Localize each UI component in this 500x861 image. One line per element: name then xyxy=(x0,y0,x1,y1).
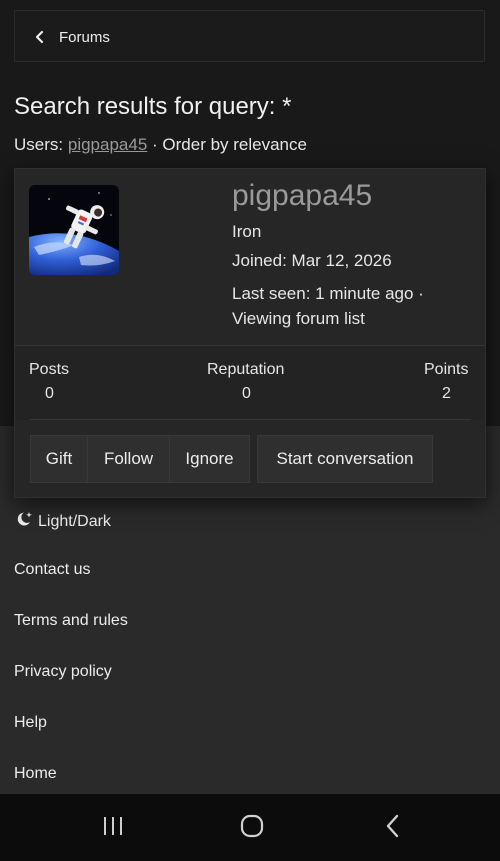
page-title: Search results for query: * xyxy=(14,93,292,120)
contact-link[interactable]: Contact us xyxy=(14,561,90,579)
last-seen-time: Last seen: 1 minute ago · xyxy=(232,284,424,303)
light-dark-toggle[interactable]: Light/Dark xyxy=(14,510,111,533)
help-link[interactable]: Help xyxy=(14,714,47,732)
actions-gap xyxy=(250,435,257,485)
reputation-value: 0 xyxy=(242,385,251,402)
stats-divider xyxy=(29,419,471,420)
follow-button[interactable]: Follow xyxy=(88,435,170,483)
member-stats: Posts 0 Reputation 0 Points 2 xyxy=(15,345,485,420)
start-conversation-button[interactable]: Start conversation xyxy=(257,435,433,483)
posts-label: Posts xyxy=(29,361,70,378)
light-dark-label: Light/Dark xyxy=(38,512,111,530)
android-navigation-bar xyxy=(0,794,500,861)
terms-link[interactable]: Terms and rules xyxy=(14,612,128,630)
username-link[interactable]: pigpapa45 xyxy=(68,135,147,154)
astronaut-avatar-image xyxy=(29,185,119,275)
member-tooltip-card: pigpapa45 Iron Joined: Mar 12, 2026 Last… xyxy=(14,168,486,498)
points-label: Points xyxy=(424,361,469,378)
gift-button[interactable]: Gift xyxy=(30,435,88,483)
home-link[interactable]: Home xyxy=(14,765,57,783)
home-circle-icon xyxy=(239,813,265,844)
home-nav-button[interactable] xyxy=(232,813,272,843)
last-seen: Last seen: 1 minute ago · Viewing forum … xyxy=(232,281,472,331)
avatar[interactable] xyxy=(29,185,119,275)
back-arrow-icon xyxy=(383,813,403,844)
posts-value: 0 xyxy=(45,385,54,402)
reputation-label: Reputation xyxy=(207,361,285,378)
joined-date: Joined: Mar 12, 2026 xyxy=(232,251,392,270)
recent-apps-button[interactable] xyxy=(93,813,133,843)
back-label: Forums xyxy=(59,28,110,46)
last-seen-activity: Viewing forum list xyxy=(232,309,365,328)
member-actions: Gift Follow Ignore Start conversation xyxy=(30,435,433,485)
privacy-link[interactable]: Privacy policy xyxy=(14,663,112,681)
recent-apps-icon xyxy=(101,815,125,842)
moon-icon xyxy=(14,510,34,533)
users-prefix: Users: xyxy=(14,135,64,154)
search-subline: Users: pigpapa45 · Order by relevance xyxy=(14,135,307,155)
user-rank: Iron xyxy=(232,222,262,241)
back-to-forums-button[interactable]: Forums xyxy=(33,24,110,50)
chevron-left-icon xyxy=(33,30,47,44)
points-value: 2 xyxy=(442,385,451,402)
forums-breadcrumb-bar: Forums xyxy=(14,10,485,62)
card-username[interactable]: pigpapa45 xyxy=(232,179,372,213)
order-text: · Order by relevance xyxy=(152,135,307,154)
ignore-button[interactable]: Ignore xyxy=(170,435,250,483)
back-nav-button[interactable] xyxy=(373,813,413,843)
